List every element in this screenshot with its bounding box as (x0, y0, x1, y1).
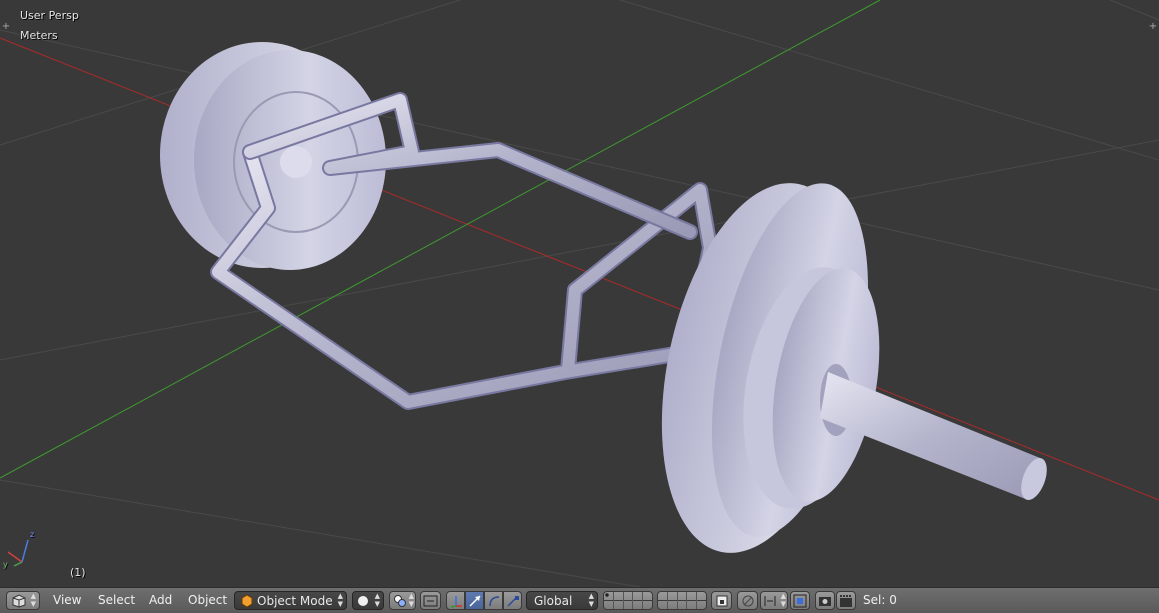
pivot-point-icon (394, 595, 406, 607)
manipulator-toggle-icon (450, 596, 462, 608)
lock-layer-icon (716, 595, 728, 607)
lock-layer-button[interactable] (711, 591, 732, 610)
transform-orientation-dropdown[interactable]: Global ▲ ▼ (526, 591, 598, 610)
select-menu[interactable]: Select (98, 591, 135, 610)
layer-button[interactable] (623, 592, 634, 609)
snap-target-button[interactable] (790, 591, 810, 610)
3d-viewport[interactable]: User Persp Meters (1) z y + + (0, 0, 1159, 587)
scene-canvas[interactable] (0, 0, 1159, 587)
layers-group-1[interactable] (603, 591, 653, 610)
proportional-edit-button[interactable] (737, 591, 758, 610)
transform-orientation-label: Global (534, 594, 573, 608)
gizmo-y-label: y (3, 560, 8, 569)
proportional-edit-icon (742, 595, 754, 607)
opengl-animation-button[interactable] (836, 591, 856, 610)
opengl-anim-icon (840, 595, 852, 607)
scale-icon (507, 596, 519, 607)
layer-button[interactable] (697, 592, 706, 609)
layer-button[interactable] (667, 592, 678, 609)
layers-group-2[interactable] (657, 591, 707, 610)
object-mode-dropdown[interactable]: Object Mode ▲ ▼ (234, 591, 347, 610)
rotate-tool-button[interactable] (484, 591, 503, 610)
layer-button[interactable] (658, 592, 668, 609)
units-label: Meters (20, 29, 58, 42)
viewport-shading-dropdown[interactable]: ▲ ▼ (352, 591, 384, 610)
snap-icon (793, 594, 807, 608)
solid-sphere-icon (358, 596, 368, 606)
corner-plus-icon-left[interactable]: + (1, 22, 11, 32)
snap-element-icon (764, 596, 776, 606)
left-sleeve (280, 146, 312, 178)
opengl-render-button[interactable] (815, 591, 835, 610)
snap-element-dropdown[interactable]: ▲ ▼ (760, 591, 788, 610)
view-menu[interactable]: View (53, 591, 81, 610)
translate-icon (469, 595, 481, 607)
pivot-only-locations-button[interactable] (420, 591, 441, 610)
3d-view-header: ▲ ▼ View Select Add Object Object Mode ▲ ▼… (0, 587, 1159, 613)
layer-button[interactable] (687, 592, 698, 609)
scale-tool-button[interactable] (503, 591, 522, 610)
editor-type-button[interactable]: ▲ ▼ (6, 591, 40, 610)
opengl-render-icon (819, 597, 831, 606)
pivot-locations-icon (423, 595, 438, 607)
pivot-point-dropdown[interactable]: ▲ ▼ (389, 591, 416, 610)
layer-button[interactable] (643, 592, 652, 609)
rotate-icon (489, 596, 500, 607)
add-menu[interactable]: Add (149, 591, 172, 610)
view-name-label: User Persp (20, 9, 79, 22)
layer-button[interactable] (613, 592, 624, 609)
translate-tool-button[interactable] (465, 591, 484, 610)
gizmo-z-label: z (30, 530, 35, 539)
layer-button[interactable] (633, 592, 644, 609)
corner-plus-icon-right[interactable]: + (1148, 22, 1158, 32)
frame-number-label: (1) (70, 566, 86, 579)
layer-button[interactable] (604, 592, 614, 609)
axis-gizmo (7, 539, 29, 567)
manipulator-toggle-button[interactable] (446, 591, 465, 610)
cube-icon (12, 594, 26, 608)
selection-count: Sel: 0 (863, 593, 897, 607)
object-mode-label: Object Mode (257, 594, 333, 608)
object-mode-icon (241, 594, 253, 608)
layer-button[interactable] (677, 592, 688, 609)
object-menu[interactable]: Object (188, 591, 227, 610)
